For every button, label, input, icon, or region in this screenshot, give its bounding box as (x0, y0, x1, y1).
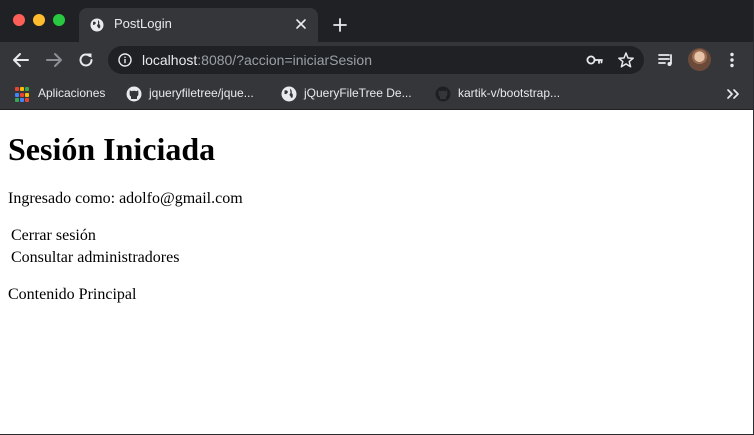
close-window-button[interactable] (13, 14, 25, 26)
github-icon (126, 86, 142, 102)
tab-title: PostLogin (114, 16, 172, 31)
reload-icon[interactable] (77, 51, 95, 69)
minimize-window-button[interactable] (33, 14, 45, 26)
logged-in-text: Ingresado como: adolfo@gmail.com (8, 190, 243, 207)
chevron-double-right-icon[interactable] (726, 87, 740, 101)
bookmark-label: Aplicaciones (38, 86, 106, 100)
menu-icon[interactable] (723, 51, 741, 69)
close-tab-icon[interactable] (294, 17, 308, 31)
page-title: Sesión Iniciada (8, 131, 216, 167)
media-queue-icon[interactable] (657, 51, 675, 69)
apps-grid-icon (15, 87, 31, 103)
browser-window: PostLogin localhost:8080/?accion=iniciar… (0, 0, 754, 435)
star-icon[interactable] (617, 51, 635, 69)
toolbar: localhost:8080/?accion=iniciarSesion (0, 42, 753, 78)
url-text[interactable]: localhost:8080/?accion=iniciarSesion (142, 52, 372, 68)
bookmark-label: jqueryfiletree/jque... (149, 86, 254, 100)
new-tab-icon[interactable] (332, 17, 348, 33)
globe-icon (90, 18, 104, 32)
tab-strip: PostLogin (0, 0, 753, 42)
globe-icon (281, 86, 297, 102)
url-path: :8080/?accion=iniciarSesion (197, 52, 372, 68)
avatar[interactable] (688, 48, 711, 71)
forward-icon[interactable] (45, 51, 63, 69)
key-icon[interactable] (586, 52, 604, 68)
main-content-text: Contenido Principal (8, 286, 137, 303)
tab-postlogin[interactable]: PostLogin (79, 8, 318, 42)
zoom-window-button[interactable] (53, 14, 65, 26)
page-content: Sesión Iniciada Ingresado como: adolfo@g… (0, 110, 753, 434)
bookmarks-bar: Aplicaciones jqueryfiletree/jque... jQue… (0, 78, 753, 110)
logout-link[interactable]: Cerrar sesión (11, 227, 96, 245)
back-icon[interactable] (12, 51, 30, 69)
url-host: localhost (142, 52, 198, 68)
github-icon (435, 86, 451, 102)
consult-admins-link[interactable]: Consultar administradores (11, 249, 179, 267)
address-bar[interactable]: localhost:8080/?accion=iniciarSesion (108, 46, 644, 74)
info-icon[interactable] (118, 53, 132, 67)
bookmark-label: kartik-v/bootstrap... (458, 86, 561, 100)
bookmark-label: jQueryFileTree De... (304, 86, 412, 100)
